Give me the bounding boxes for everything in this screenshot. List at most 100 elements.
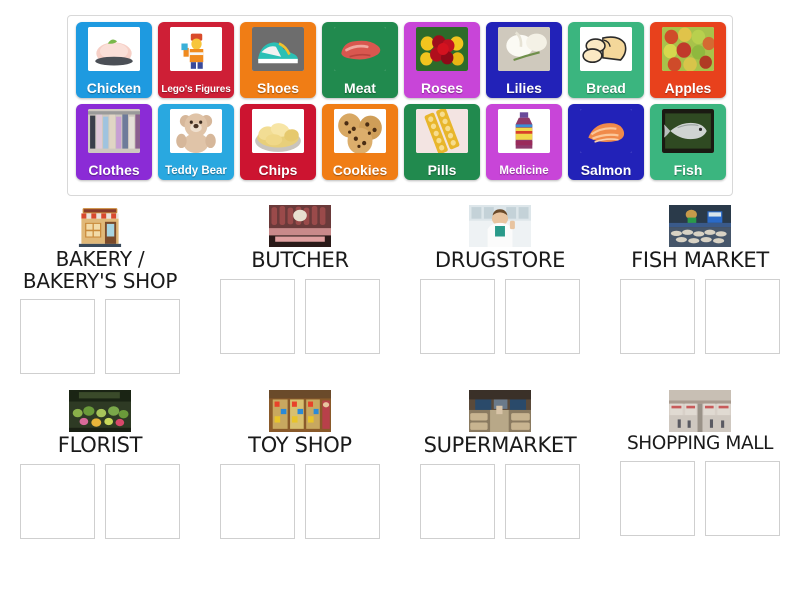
category-dropzones — [20, 299, 180, 375]
category-title: BAKERY / BAKERY'S SHOP — [22, 247, 178, 293]
category-dropzones — [620, 278, 780, 354]
dropzone-toy-shop-1[interactable] — [220, 463, 295, 539]
tile-lilies[interactable]: Lilies — [486, 22, 562, 98]
category-dropzones — [20, 463, 180, 539]
dropzone-fish-market-2[interactable] — [705, 278, 780, 354]
dropzone-bakery-bakery-s-shop-1[interactable] — [20, 299, 95, 375]
category-title: SUPERMARKET — [423, 433, 577, 458]
whole-fish-photo-icon — [662, 109, 714, 153]
tile-lego-s-figures[interactable]: Lego's Figures — [158, 22, 234, 98]
category-row-2: FLORIST TOY SHOP SUPERMARKET SHOPPING MALL — [0, 390, 800, 539]
tile-cookies[interactable]: Cookies — [322, 104, 398, 180]
dropzone-shopping-mall-2[interactable] — [705, 461, 780, 537]
bread-loaf-photo-icon — [580, 27, 632, 71]
pill-blister-photo-icon — [416, 109, 468, 153]
dropzone-supermarket-1[interactable] — [420, 463, 495, 539]
category-toy-shop: TOY SHOP — [204, 390, 396, 539]
category-bakery-bakery-s-shop: BAKERY / BAKERY'S SHOP — [4, 205, 196, 375]
tile-label: Lilies — [506, 80, 542, 96]
tile-medicine[interactable]: Medicine — [486, 104, 562, 180]
butcher-shop-photo-icon — [269, 205, 331, 247]
lilies-photo-icon — [498, 27, 550, 71]
category-row-1: BAKERY / BAKERY'S SHOP BUTCHER DRUGSTORE FI… — [0, 205, 800, 375]
tile-label: Cookies — [332, 162, 388, 178]
tile-roses[interactable]: Roses — [404, 22, 480, 98]
tile-bread[interactable]: Bread — [568, 22, 644, 98]
tile-label: Lego's Figures — [161, 84, 231, 95]
tile-clothes[interactable]: Clothes — [76, 104, 152, 180]
category-supermarket: SUPERMARKET — [404, 390, 596, 539]
dropzone-drugstore-1[interactable] — [420, 278, 495, 354]
category-drop-grid: BAKERY / BAKERY'S SHOP BUTCHER DRUGSTORE FI… — [0, 205, 800, 555]
tile-fish[interactable]: Fish — [650, 104, 726, 180]
tile-salmon[interactable]: Salmon — [568, 104, 644, 180]
dropzone-drugstore-2[interactable] — [505, 278, 580, 354]
category-dropzones — [420, 463, 580, 539]
category-drugstore: DRUGSTORE — [404, 205, 596, 374]
category-title: FISH MARKET — [631, 248, 769, 272]
supermarket-photo-icon — [469, 390, 531, 433]
category-dropzones — [620, 461, 780, 537]
category-title: BUTCHER — [251, 248, 349, 272]
chicken-photo-icon — [88, 27, 140, 71]
steak-photo-icon — [334, 27, 386, 71]
category-butcher: BUTCHER — [204, 205, 396, 374]
tile-label: Apples — [664, 80, 712, 96]
dropzone-butcher-1[interactable] — [220, 278, 295, 354]
sneakers-photo-icon — [252, 27, 304, 71]
fish-market-photo-icon — [669, 205, 731, 247]
dropzone-toy-shop-2[interactable] — [305, 463, 380, 539]
category-title: FLORIST — [57, 433, 143, 458]
category-dropzones — [220, 463, 380, 539]
category-shopping-mall: SHOPPING MALL — [604, 390, 796, 539]
tile-label: Chicken — [86, 80, 142, 96]
tile-label: Bread — [586, 80, 626, 96]
toy-shop-photo-icon — [269, 390, 331, 433]
tile-chicken[interactable]: Chicken — [76, 22, 152, 98]
dropzone-fish-market-1[interactable] — [620, 278, 695, 354]
potato-chips-photo-icon — [252, 109, 304, 153]
tile-label: Medicine — [499, 164, 549, 177]
dropzone-florist-2[interactable] — [105, 463, 180, 539]
tile-label: Chips — [258, 162, 298, 178]
tile-label: Roses — [420, 80, 464, 96]
category-title: TOY SHOP — [248, 433, 352, 458]
apples-photo-icon — [662, 27, 714, 71]
category-title: SHOPPING MALL — [626, 433, 774, 455]
dropzone-shopping-mall-1[interactable] — [620, 461, 695, 537]
tile-teddy-bear[interactable]: Teddy Bear — [158, 104, 234, 180]
bakery-shop-photo-icon — [69, 205, 131, 247]
tile-row-2: Clothes Teddy Bear Chips Cookies Pills Medici… — [73, 104, 727, 180]
category-dropzones — [220, 278, 380, 354]
tile-chips[interactable]: Chips — [240, 104, 316, 180]
shopping-mall-photo-icon — [669, 390, 731, 433]
tile-label: Salmon — [580, 162, 632, 178]
dropzone-butcher-2[interactable] — [305, 278, 380, 354]
tile-shoes[interactable]: Shoes — [240, 22, 316, 98]
tile-label: Shoes — [256, 80, 299, 96]
tile-label: Clothes — [88, 162, 140, 178]
teddy-bear-photo-icon — [170, 109, 222, 153]
cookies-photo-icon — [334, 109, 386, 153]
dropzone-supermarket-2[interactable] — [505, 463, 580, 539]
tile-label: Pills — [427, 162, 457, 178]
category-fish-market: FISH MARKET — [604, 205, 796, 374]
tile-row-1: Chicken Lego's Figures Shoes Meat Roses Lilie… — [73, 22, 727, 98]
tile-label: Meat — [344, 80, 376, 96]
pharmacist-photo-icon — [469, 205, 531, 247]
tile-meat[interactable]: Meat — [322, 22, 398, 98]
clothes-rack-photo-icon — [88, 109, 140, 153]
tile-label: Teddy Bear — [165, 164, 227, 177]
tile-label: Fish — [673, 162, 703, 178]
draggable-tiles-tray: Chicken Lego's Figures Shoes Meat Roses Lilie… — [67, 15, 733, 196]
category-title: DRUGSTORE — [434, 248, 566, 272]
dropzone-florist-1[interactable] — [20, 463, 95, 539]
salmon-fillet-photo-icon — [580, 109, 632, 153]
category-florist: FLORIST — [4, 390, 196, 539]
roses-photo-icon — [416, 27, 468, 71]
tile-apples[interactable]: Apples — [650, 22, 726, 98]
tile-pills[interactable]: Pills — [404, 104, 480, 180]
lego-figure-photo-icon — [170, 27, 222, 71]
dropzone-bakery-bakery-s-shop-2[interactable] — [105, 299, 180, 375]
medicine-bottle-photo-icon — [498, 109, 550, 153]
